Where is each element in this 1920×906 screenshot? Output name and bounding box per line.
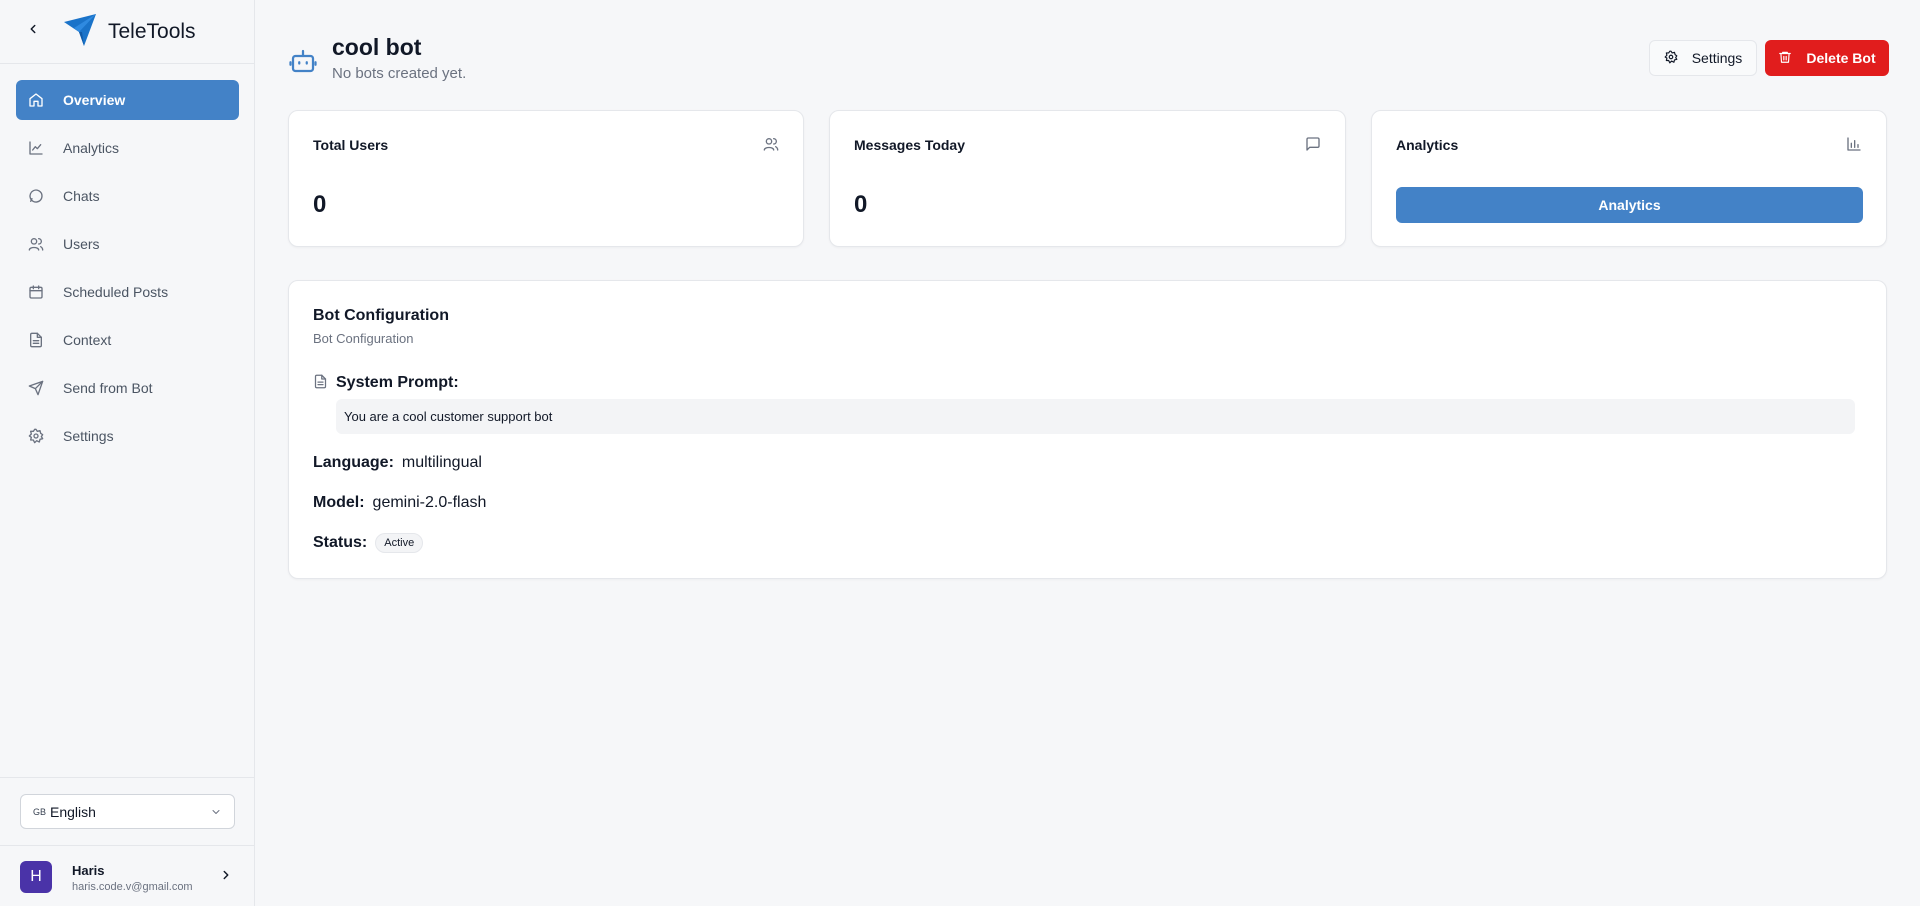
gear-icon: [28, 428, 44, 444]
sidebar-item-users[interactable]: Users: [16, 224, 239, 264]
sidebar-nav: Overview Analytics Chats Users Scheduled…: [16, 80, 239, 464]
sidebar-item-label: Analytics: [63, 140, 120, 156]
bot-configuration-description: Bot Configuration: [313, 331, 414, 346]
page-title: cool bot: [332, 34, 422, 60]
main-content: cool bot No bots created yet. Settings D…: [256, 0, 1920, 906]
settings-button[interactable]: Settings: [1649, 40, 1757, 76]
chevron-right-icon[interactable]: [219, 868, 233, 887]
chevron-left-icon: [26, 22, 40, 41]
chat-bubble-icon: [28, 188, 44, 204]
message-square-icon: [1305, 136, 1321, 157]
sidebar-item-context[interactable]: Context: [16, 320, 239, 360]
document-icon: [313, 374, 328, 394]
sidebar-item-label: Scheduled Posts: [63, 284, 169, 300]
bar-chart-icon: [1846, 136, 1862, 157]
sidebar-item-chats[interactable]: Chats: [16, 176, 239, 216]
sidebar-header: TeleTools: [0, 0, 254, 64]
sidebar-item-label: Overview: [63, 92, 126, 108]
teletools-logo-icon: [62, 12, 98, 48]
analytics-card-title: Analytics: [1396, 137, 1459, 153]
document-icon: [28, 332, 44, 348]
calendar-icon: [28, 284, 44, 300]
sidebar-item-label: Send from Bot: [63, 380, 153, 396]
sidebar-item-label: Context: [63, 332, 112, 348]
system-prompt-label: System Prompt:: [336, 374, 459, 391]
sidebar-item-label: Chats: [63, 188, 100, 204]
app-name: TeleTools: [108, 20, 196, 43]
bot-configuration-title: Bot Configuration: [313, 307, 449, 324]
language-select[interactable]: GB English: [20, 794, 235, 829]
analytics-card: Analytics Analytics: [1371, 110, 1887, 247]
avatar: H: [20, 861, 52, 893]
model-value: gemini-2.0-flash: [372, 494, 487, 511]
user-profile[interactable]: H Haris haris.code.v@gmail.com: [0, 845, 255, 906]
language-label: English: [50, 803, 96, 820]
messages-today-card: Messages Today 0: [829, 110, 1346, 247]
user-name: Haris: [72, 863, 105, 878]
delete-bot-label: Delete Bot: [1806, 50, 1876, 66]
model-row: Model: gemini-2.0-flash: [313, 494, 486, 512]
chevron-down-icon: [210, 805, 222, 821]
sidebar-item-label: Settings: [63, 428, 114, 444]
status-badge: Active: [375, 533, 424, 553]
messages-today-value: 0: [854, 191, 868, 218]
bot-configuration-card: Bot Configuration Bot Configuration Syst…: [288, 280, 1887, 579]
sidebar: TeleTools Overview Analytics Chats Users: [0, 0, 255, 906]
language-value: multilingual: [401, 454, 482, 471]
users-icon: [28, 236, 44, 252]
language-flag-code: GB: [33, 806, 47, 817]
line-chart-icon: [28, 140, 44, 156]
status-row: Status: Active: [313, 533, 424, 553]
gear-icon: [1664, 50, 1678, 67]
system-prompt-value: You are a cool customer support bot: [336, 399, 1855, 434]
sidebar-item-scheduled-posts[interactable]: Scheduled Posts: [16, 272, 239, 312]
language-row: Language: multilingual: [313, 454, 482, 472]
total-users-value: 0: [313, 191, 327, 218]
sidebar-item-settings[interactable]: Settings: [16, 416, 239, 456]
status-key: Status:: [313, 534, 368, 551]
sidebar-item-send-from-bot[interactable]: Send from Bot: [16, 368, 239, 408]
page-subtitle: No bots created yet.: [332, 65, 467, 82]
model-key: Model:: [313, 494, 365, 511]
back-button[interactable]: [22, 20, 44, 42]
total-users-card: Total Users 0: [288, 110, 804, 247]
trash-icon: [1778, 50, 1792, 67]
settings-button-label: Settings: [1691, 50, 1743, 66]
sidebar-item-overview[interactable]: Overview: [16, 80, 239, 120]
sidebar-item-label: Users: [63, 236, 100, 252]
home-icon: [28, 92, 44, 108]
users-icon: [763, 136, 779, 157]
total-users-title: Total Users: [313, 137, 389, 153]
language-key: Language:: [313, 454, 394, 471]
user-email: haris.code.v@gmail.com: [72, 881, 193, 893]
send-icon: [28, 380, 44, 396]
messages-today-title: Messages Today: [854, 137, 966, 153]
language-section: GB English: [0, 777, 255, 845]
delete-bot-button[interactable]: Delete Bot: [1765, 40, 1889, 76]
analytics-button[interactable]: Analytics: [1396, 187, 1863, 223]
bot-icon: [288, 46, 318, 81]
sidebar-item-analytics[interactable]: Analytics: [16, 128, 239, 168]
